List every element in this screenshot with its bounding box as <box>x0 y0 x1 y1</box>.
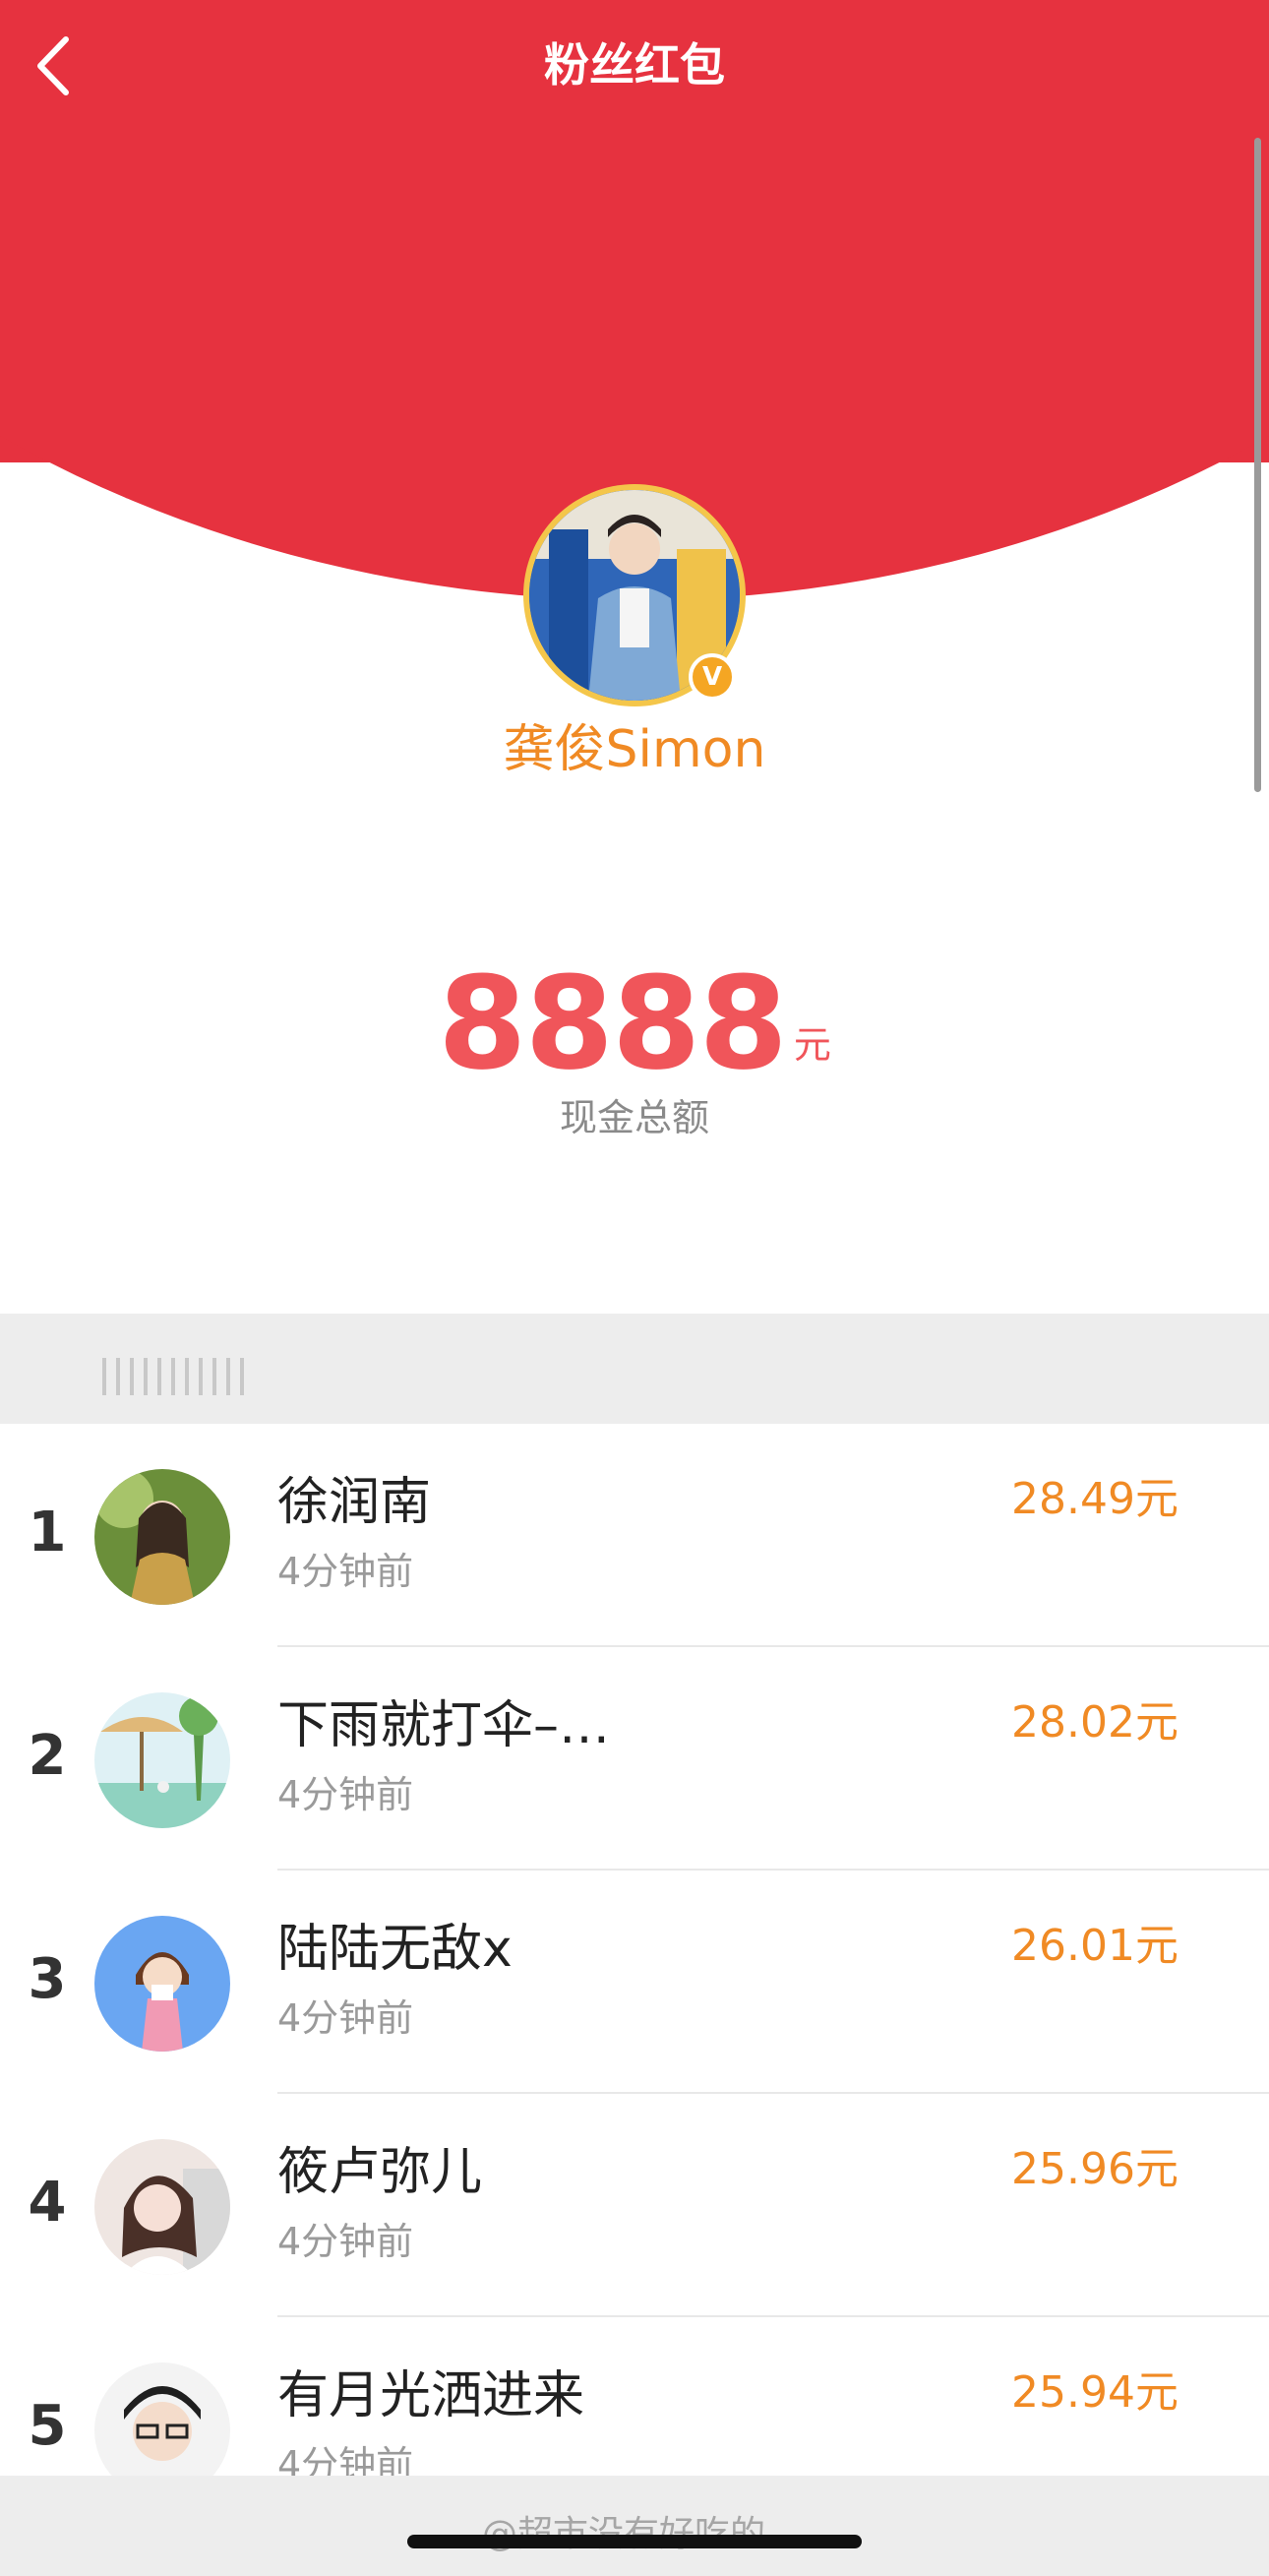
recipient-name: 徐润南 <box>277 1473 432 1532</box>
rank-number: 4 <box>28 2171 67 2235</box>
avatar[interactable] <box>94 2139 230 2275</box>
total-amount-label: 现金总额 <box>559 1096 709 1139</box>
recipient-name: 陆陆无敌x <box>277 1920 513 1979</box>
weibo-watermark: @超市没有好吃的 <box>482 2505 765 2556</box>
received-time: 4分钟前 <box>277 1773 414 1816</box>
list-item[interactable]: 3 陆陆无敌x 4分钟前 26.01元 <box>0 1871 1269 2094</box>
scrollbar[interactable] <box>1254 138 1261 792</box>
received-amount: 28.49元 <box>1011 1474 1178 1524</box>
recipient-name: 下雨就打伞–… <box>277 1696 611 1755</box>
received-amount: 26.01元 <box>1011 1921 1178 1971</box>
received-amount: 25.96元 <box>1011 2144 1178 2194</box>
total-amount: 8888 元 <box>0 950 1269 1087</box>
received-time: 4分钟前 <box>277 1996 414 2040</box>
avatar-image <box>94 2139 230 2275</box>
rank-number: 1 <box>28 1501 67 1564</box>
avatar-image <box>94 1692 230 1828</box>
received-amount: 28.02元 <box>1011 1697 1178 1748</box>
received-time: 4分钟前 <box>277 1550 414 1593</box>
list-item[interactable]: 4 筱卢弥儿 4分钟前 25.96元 <box>0 2094 1269 2317</box>
sender-name[interactable]: 龚俊Simon <box>0 710 1269 789</box>
list-item[interactable]: 1 徐润南 4分钟前 28.49元 <box>0 1424 1269 1647</box>
received-amount: 25.94元 <box>1011 2367 1178 2418</box>
rank-number: 3 <box>28 1947 67 2011</box>
recipient-name: 筱卢弥儿 <box>277 2143 483 2202</box>
rank-number: 2 <box>28 1724 67 1788</box>
avatar-image <box>94 1469 230 1605</box>
avatar-image <box>94 1916 230 2052</box>
total-amount-value: 8888 <box>438 949 788 1098</box>
avatar[interactable] <box>94 1469 230 1605</box>
total-amount-unit: 元 <box>793 1023 831 1067</box>
page-title: 粉丝红包 <box>544 38 725 92</box>
home-indicator[interactable] <box>407 2535 862 2548</box>
verified-v-icon: V <box>689 653 736 701</box>
avatar[interactable] <box>94 1692 230 1828</box>
rank-number: 5 <box>28 2394 67 2458</box>
recipient-list: 1 徐润南 4分钟前 28.49元 2 下雨就打伞–… 4分钟前 28.02元 … <box>0 1424 1269 2541</box>
recipient-name: 有月光洒进来 <box>277 2366 585 2425</box>
avatar[interactable] <box>94 1916 230 2052</box>
list-item[interactable]: 2 下雨就打伞–… 4分钟前 28.02元 <box>0 1647 1269 1871</box>
list-section-label-obscured <box>102 1358 244 1395</box>
received-time: 4分钟前 <box>277 2220 414 2263</box>
